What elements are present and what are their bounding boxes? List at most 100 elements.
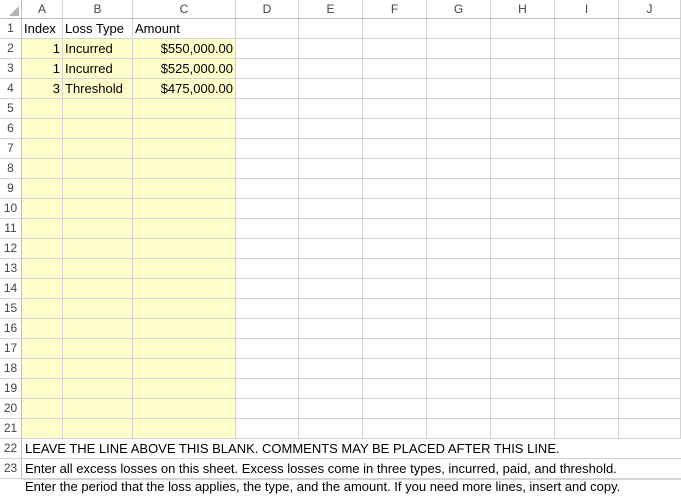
cell-b10[interactable] xyxy=(63,199,133,219)
cell-e18[interactable] xyxy=(299,359,363,379)
cell-f14[interactable] xyxy=(363,279,427,299)
cell-e5[interactable] xyxy=(299,99,363,119)
cell-j22[interactable] xyxy=(619,439,681,459)
cell-i12[interactable] xyxy=(555,239,619,259)
cell-h17[interactable] xyxy=(491,339,555,359)
row-header-6[interactable]: 6 xyxy=(0,119,22,139)
column-header-f[interactable]: F xyxy=(363,0,427,19)
column-header-g[interactable]: G xyxy=(427,0,491,19)
column-header-e[interactable]: E xyxy=(299,0,363,19)
cell-h6[interactable] xyxy=(491,119,555,139)
row-header-19[interactable]: 19 xyxy=(0,379,22,399)
cell-i15[interactable] xyxy=(555,299,619,319)
row-header-4[interactable]: 4 xyxy=(0,79,22,99)
cell-b21[interactable] xyxy=(63,419,133,439)
cell-c15[interactable] xyxy=(133,299,236,319)
column-header-b[interactable]: B xyxy=(63,0,133,19)
cell-b19[interactable] xyxy=(63,379,133,399)
cell-c16[interactable] xyxy=(133,319,236,339)
cell-g20[interactable] xyxy=(427,399,491,419)
cell-g16[interactable] xyxy=(427,319,491,339)
cell-d16[interactable] xyxy=(236,319,299,339)
cell-j16[interactable] xyxy=(619,319,681,339)
cell-f1[interactable] xyxy=(363,19,427,39)
cell-e10[interactable] xyxy=(299,199,363,219)
cell-d20[interactable] xyxy=(236,399,299,419)
cell-j17[interactable] xyxy=(619,339,681,359)
cell-j15[interactable] xyxy=(619,299,681,319)
cell-h18[interactable] xyxy=(491,359,555,379)
cell-g10[interactable] xyxy=(427,199,491,219)
cell-e3[interactable] xyxy=(299,59,363,79)
cell-b7[interactable] xyxy=(63,139,133,159)
cell-d7[interactable] xyxy=(236,139,299,159)
cell-j8[interactable] xyxy=(619,159,681,179)
cell-c19[interactable] xyxy=(133,379,236,399)
cell-e9[interactable] xyxy=(299,179,363,199)
cell-j4[interactable] xyxy=(619,79,681,99)
cell-g5[interactable] xyxy=(427,99,491,119)
cell-d17[interactable] xyxy=(236,339,299,359)
cell-c9[interactable] xyxy=(133,179,236,199)
row-header-8[interactable]: 8 xyxy=(0,159,22,179)
cell-g12[interactable] xyxy=(427,239,491,259)
cell-d5[interactable] xyxy=(236,99,299,119)
cell-d19[interactable] xyxy=(236,379,299,399)
cell-g18[interactable] xyxy=(427,359,491,379)
cell-d13[interactable] xyxy=(236,259,299,279)
cell-j19[interactable] xyxy=(619,379,681,399)
cell-i7[interactable] xyxy=(555,139,619,159)
cell-g14[interactable] xyxy=(427,279,491,299)
cell-a9[interactable] xyxy=(22,179,63,199)
cell-d2[interactable] xyxy=(236,39,299,59)
cell-h16[interactable] xyxy=(491,319,555,339)
cell-d11[interactable] xyxy=(236,219,299,239)
cell-g21[interactable] xyxy=(427,419,491,439)
cell-i10[interactable] xyxy=(555,199,619,219)
column-header-c[interactable]: C xyxy=(133,0,236,19)
column-header-i[interactable]: I xyxy=(555,0,619,19)
cell-d10[interactable] xyxy=(236,199,299,219)
cell-c11[interactable] xyxy=(133,219,236,239)
cell-d8[interactable] xyxy=(236,159,299,179)
cell-h13[interactable] xyxy=(491,259,555,279)
cell-f11[interactable] xyxy=(363,219,427,239)
cell-d12[interactable] xyxy=(236,239,299,259)
column-header-j[interactable]: J xyxy=(619,0,681,19)
row-header-3[interactable]: 3 xyxy=(0,59,22,79)
cell-f7[interactable] xyxy=(363,139,427,159)
cell-c7[interactable] xyxy=(133,139,236,159)
cell-f21[interactable] xyxy=(363,419,427,439)
cell-i20[interactable] xyxy=(555,399,619,419)
cell-g8[interactable] xyxy=(427,159,491,179)
cell-b8[interactable] xyxy=(63,159,133,179)
spreadsheet-grid[interactable]: A B C D E F G H I J 1 2 3 4 5 6 7 8 9 10 11 12 13 14 15 16 17 18 19 2… xyxy=(0,0,681,503)
cell-b2[interactable]: Incurred xyxy=(63,39,133,59)
row-header-23[interactable]: 23 xyxy=(0,459,22,479)
cell-f19[interactable] xyxy=(363,379,427,399)
cell-b18[interactable] xyxy=(63,359,133,379)
cell-a17[interactable] xyxy=(22,339,63,359)
cell-j3[interactable] xyxy=(619,59,681,79)
cell-c20[interactable] xyxy=(133,399,236,419)
cell-j13[interactable] xyxy=(619,259,681,279)
cell-f4[interactable] xyxy=(363,79,427,99)
cell-g2[interactable] xyxy=(427,39,491,59)
cell-i17[interactable] xyxy=(555,339,619,359)
cell-j10[interactable] xyxy=(619,199,681,219)
cell-i13[interactable] xyxy=(555,259,619,279)
cell-h7[interactable] xyxy=(491,139,555,159)
cell-j1[interactable] xyxy=(619,19,681,39)
row-header-5[interactable]: 5 xyxy=(0,99,22,119)
cell-i5[interactable] xyxy=(555,99,619,119)
cell-d9[interactable] xyxy=(236,179,299,199)
cell-e16[interactable] xyxy=(299,319,363,339)
cell-e17[interactable] xyxy=(299,339,363,359)
cell-a6[interactable] xyxy=(22,119,63,139)
row-header-12[interactable]: 12 xyxy=(0,239,22,259)
cell-d1[interactable] xyxy=(236,19,299,39)
cell-f20[interactable] xyxy=(363,399,427,419)
cell-j6[interactable] xyxy=(619,119,681,139)
cell-i4[interactable] xyxy=(555,79,619,99)
cell-b12[interactable] xyxy=(63,239,133,259)
